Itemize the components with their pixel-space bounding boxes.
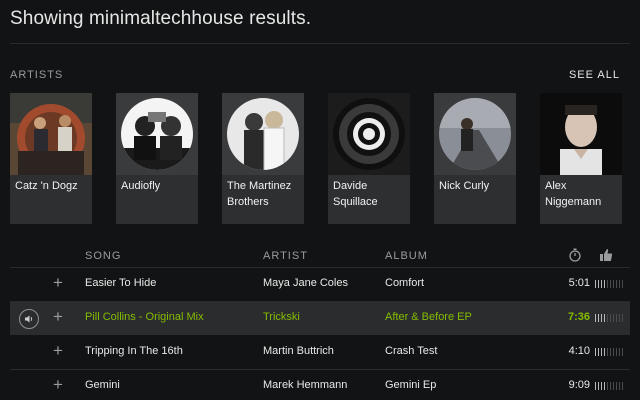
popularity-segment — [619, 348, 620, 356]
song-duration: 7:36 — [567, 311, 590, 323]
popularity-segment — [604, 382, 605, 390]
popularity-segment — [595, 314, 596, 322]
song-duration: 9:09 — [568, 379, 590, 391]
add-track-icon[interactable]: + — [53, 274, 63, 292]
table-row-playing[interactable]: + Pill Collins - Original Mix Trickski A… — [10, 302, 630, 335]
add-track-icon[interactable]: + — [53, 376, 63, 394]
popularity-segment — [619, 382, 620, 390]
popularity-segment — [604, 280, 605, 288]
popularity-bar — [595, 314, 625, 322]
column-header-artist[interactable]: ARTIST — [263, 250, 308, 262]
popularity-segment — [598, 348, 599, 356]
artist-photo — [328, 93, 410, 175]
popularity-segment — [607, 382, 608, 390]
song-artist[interactable]: Martin Buttrich — [263, 345, 334, 357]
popularity-segment — [613, 382, 614, 390]
popularity-segment — [610, 382, 611, 390]
popularity-segment — [607, 280, 608, 288]
popularity-segment — [616, 382, 617, 390]
popularity-segment — [604, 314, 605, 322]
popularity-segment — [601, 314, 602, 322]
song-duration: 5:01 — [568, 277, 590, 289]
song-album[interactable]: Gemini Ep — [385, 379, 436, 391]
song-artist[interactable]: Marek Hemmann — [263, 379, 347, 391]
popularity-bar — [595, 348, 625, 356]
song-duration: 4:10 — [568, 345, 590, 357]
artists-section-label: ARTISTS — [10, 69, 64, 81]
popularity-segment — [616, 314, 617, 322]
popularity-segment — [607, 348, 608, 356]
songs-table-header: SONG ARTIST ALBUM — [10, 244, 630, 268]
popularity-segment — [601, 280, 602, 288]
artist-photo — [540, 93, 622, 175]
artist-card-the-martinez-brothers[interactable]: The Martinez Brothers — [222, 93, 304, 224]
popularity-segment — [598, 280, 599, 288]
popularity-segment — [613, 280, 614, 288]
song-artist[interactable]: Maya Jane Coles — [263, 277, 348, 289]
song-album[interactable]: Comfort — [385, 277, 424, 289]
add-track-icon[interactable]: + — [53, 308, 63, 326]
popularity-segment — [622, 280, 623, 288]
popularity-segment — [619, 280, 620, 288]
artist-name: Davide Squillace — [333, 180, 378, 208]
popularity-segment — [595, 348, 596, 356]
popularity-bar — [595, 280, 625, 288]
popularity-segment — [598, 314, 599, 322]
see-all-link[interactable]: SEE ALL — [569, 69, 620, 81]
song-album[interactable]: After & Before EP — [385, 311, 472, 323]
popularity-segment — [616, 348, 617, 356]
page-title: Showing minimaltechhouse results. — [10, 8, 312, 29]
popularity-segment — [610, 280, 611, 288]
artist-name: The Martinez Brothers — [227, 180, 292, 208]
popularity-segment — [622, 382, 623, 390]
thumbs-up-icon[interactable] — [599, 248, 613, 267]
popularity-segment — [616, 280, 617, 288]
song-title: Easier To Hide — [85, 277, 157, 289]
artist-photo — [222, 93, 304, 175]
title-divider — [10, 43, 630, 44]
column-header-album[interactable]: ALBUM — [385, 250, 428, 262]
table-row[interactable]: + Tripping In The 16th Martin Buttrich C… — [10, 336, 630, 370]
popularity-segment — [613, 348, 614, 356]
popularity-segment — [595, 382, 596, 390]
artist-card-alex-niggemann[interactable]: Alex Niggemann — [540, 93, 622, 224]
artist-photo — [10, 93, 92, 175]
artist-card-audiofly[interactable]: Audiofly — [116, 93, 198, 224]
popularity-segment — [610, 314, 611, 322]
popularity-segment — [622, 348, 623, 356]
artist-card-davide-squillace[interactable]: Davide Squillace — [328, 93, 410, 224]
popularity-segment — [619, 314, 620, 322]
popularity-segment — [622, 314, 623, 322]
popularity-bar — [595, 382, 625, 390]
artist-name: Catz 'n Dogz — [15, 180, 78, 192]
table-row[interactable]: + Easier To Hide Maya Jane Coles Comfort… — [10, 268, 630, 302]
artists-row: Catz 'n Dogz Audiofly The Martinez Broth… — [10, 93, 640, 224]
artist-name: Nick Curly — [439, 180, 490, 192]
popularity-segment — [595, 280, 596, 288]
column-header-song[interactable]: SONG — [85, 250, 121, 262]
popularity-segment — [613, 314, 614, 322]
popularity-segment — [601, 348, 602, 356]
artist-name: Audiofly — [121, 180, 161, 192]
popularity-segment — [607, 314, 608, 322]
artist-name: Alex Niggemann — [545, 180, 602, 208]
add-track-icon[interactable]: + — [53, 342, 63, 360]
table-row[interactable]: + Gemini Marek Hemmann Gemini Ep 9:09 — [10, 370, 630, 400]
stopwatch-icon[interactable] — [568, 248, 582, 267]
song-title: Tripping In The 16th — [85, 345, 183, 357]
popularity-segment — [598, 382, 599, 390]
song-title: Gemini — [85, 379, 120, 391]
popularity-segment — [601, 382, 602, 390]
song-album[interactable]: Crash Test — [385, 345, 437, 357]
artist-card-catz-n-dogz[interactable]: Catz 'n Dogz — [10, 93, 92, 224]
popularity-segment — [604, 348, 605, 356]
popularity-segment — [610, 348, 611, 356]
artist-photo — [116, 93, 198, 175]
artist-card-nick-curly[interactable]: Nick Curly — [434, 93, 516, 224]
song-title: Pill Collins - Original Mix — [85, 311, 204, 323]
artist-photo — [434, 93, 516, 175]
speaker-icon[interactable] — [19, 309, 39, 329]
song-artist[interactable]: Trickski — [263, 311, 300, 323]
